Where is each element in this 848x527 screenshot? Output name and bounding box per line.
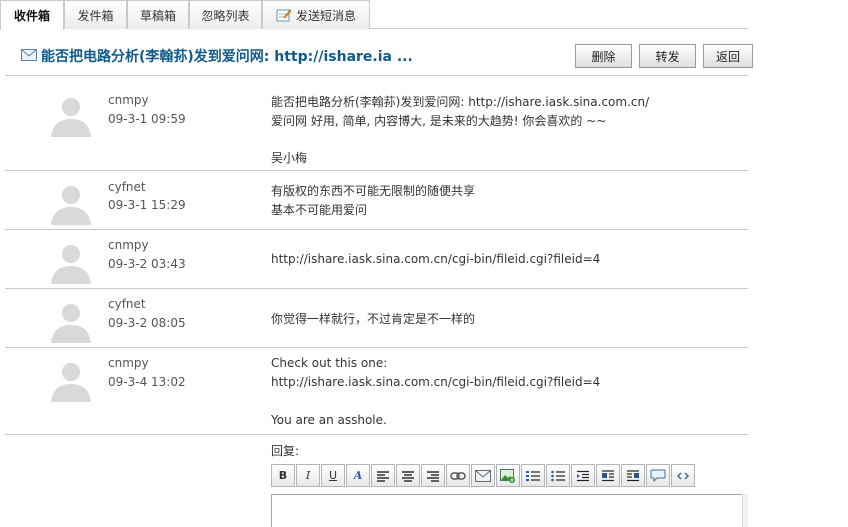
tab-ignore-list[interactable]: 忽略列表: [189, 0, 262, 29]
tab-send-message[interactable]: 发送短消息: [262, 0, 370, 29]
underline-button[interactable]: U: [321, 464, 345, 487]
sender-name[interactable]: cnmpy: [108, 93, 149, 107]
code-icon[interactable]: [671, 464, 695, 487]
message-text: Check out this one:: [271, 356, 388, 370]
message-row: cyfnet 09-3-1 15:29 有版权的东西不可能无限制的随便共享 基本…: [5, 171, 748, 230]
sender-name[interactable]: cyfnet: [108, 180, 146, 194]
sender-name[interactable]: cnmpy: [108, 238, 149, 252]
email-icon[interactable]: [471, 464, 495, 487]
tab-drafts[interactable]: 草稿箱: [127, 0, 189, 29]
message-time: 09-3-4 13:02: [108, 375, 186, 389]
align-right-icon[interactable]: [421, 464, 445, 487]
message-row: cnmpy 09-3-4 13:02 Check out this one: h…: [5, 348, 748, 435]
unordered-list-icon[interactable]: [546, 464, 570, 487]
tab-bar: 收件箱 发件箱 草稿箱 忽略列表 发送短消息: [0, 0, 748, 30]
message-time: 09-3-1 09:59: [108, 112, 186, 126]
message-row: cnmpy 09-3-2 03:43 http://ishare.iask.si…: [5, 230, 748, 289]
editor-scrollbar[interactable]: [742, 494, 748, 527]
reply-editor[interactable]: [271, 494, 748, 527]
editor-toolbar: B I U A: [271, 464, 695, 488]
align-center-icon[interactable]: [396, 464, 420, 487]
font-color-button[interactable]: A: [346, 464, 370, 487]
message-title-bar: 能否把电路分析(李翰荪)发到爱问网: http://ishare.ia ... …: [5, 36, 753, 76]
forward-button[interactable]: 转发: [639, 44, 696, 68]
reply-label: 回复:: [271, 444, 300, 458]
image-icon[interactable]: [496, 464, 520, 487]
align-left-icon[interactable]: [371, 464, 395, 487]
avatar: [51, 245, 91, 284]
tab-inbox[interactable]: 收件箱: [0, 0, 64, 30]
page-title: 能否把电路分析(李翰荪)发到爱问网: http://ishare.ia ...: [41, 49, 413, 65]
envelope-icon: [21, 49, 37, 61]
message-time: 09-3-2 03:43: [108, 257, 186, 271]
avatar: [51, 363, 91, 402]
message-row: cyfnet 09-3-2 08:05 你觉得一样就行，不过肯定是不一样的: [5, 289, 748, 348]
bold-button[interactable]: B: [271, 464, 295, 487]
compose-icon: [276, 9, 292, 22]
sender-name[interactable]: cyfnet: [108, 297, 146, 311]
message-text: 你觉得一样就行，不过肯定是不一样的: [271, 312, 476, 326]
tab-outbox[interactable]: 发件箱: [64, 0, 127, 29]
message-row: cnmpy 09-3-1 09:59 能否把电路分析(李翰荪)发到爱问网: ht…: [5, 77, 748, 171]
italic-button[interactable]: I: [296, 464, 320, 487]
message-link[interactable]: http://ishare.iask.sina.com.cn/cgi-bin/f…: [271, 375, 600, 389]
message-link[interactable]: http://ishare.iask.sina.com.cn/cgi-bin/f…: [271, 252, 600, 266]
ordered-list-icon[interactable]: [521, 464, 545, 487]
back-button[interactable]: 返回: [703, 44, 753, 68]
float-right-icon[interactable]: [621, 464, 645, 487]
message-text: You are an asshole.: [271, 413, 387, 427]
message-time: 09-3-2 08:05: [108, 316, 186, 330]
avatar: [51, 304, 91, 343]
quote-icon[interactable]: [646, 464, 670, 487]
message-time: 09-3-1 15:29: [108, 198, 186, 212]
link-icon[interactable]: [446, 464, 470, 487]
message-text: 爱问网 好用, 简单, 内容博大, 是未来的大趋势! 你会喜欢的 ~~: [271, 114, 607, 128]
indent-icon[interactable]: [571, 464, 595, 487]
float-left-icon[interactable]: [596, 464, 620, 487]
avatar: [51, 186, 91, 225]
sender-name[interactable]: cnmpy: [108, 356, 149, 370]
message-text: 能否把电路分析(李翰荪)发到爱问网: http://ishare.iask.si…: [271, 95, 650, 109]
avatar: [47, 91, 95, 137]
message-text: 基本不可能用爱问: [271, 203, 368, 217]
delete-button[interactable]: 删除: [575, 44, 632, 68]
message-text: 有版权的东西不可能无限制的随便共享: [271, 184, 476, 198]
message-text: 吴小梅: [271, 151, 308, 165]
